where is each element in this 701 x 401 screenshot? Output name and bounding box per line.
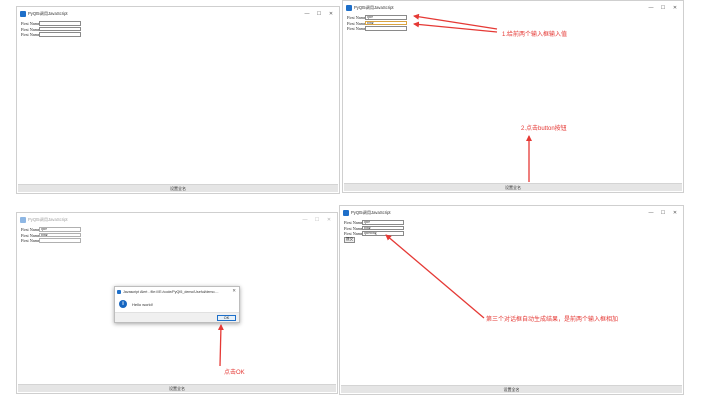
step2-annotation: 2.点击button按钮 [521, 126, 567, 132]
step3-annotation: 点击OK [224, 370, 245, 376]
arrow-to-ok-button [217, 324, 224, 367]
arrow-to-first-input [413, 13, 498, 30]
arrow-to-second-input [413, 21, 498, 33]
arrow-to-result-input [385, 234, 485, 319]
annotation-arrows [217, 13, 532, 367]
step1-annotation: 1.给前两个输入框输入值 [502, 32, 568, 38]
step4-annotation: 第三个对话框自动生成结果，是前两个输入框相加 [486, 317, 619, 323]
